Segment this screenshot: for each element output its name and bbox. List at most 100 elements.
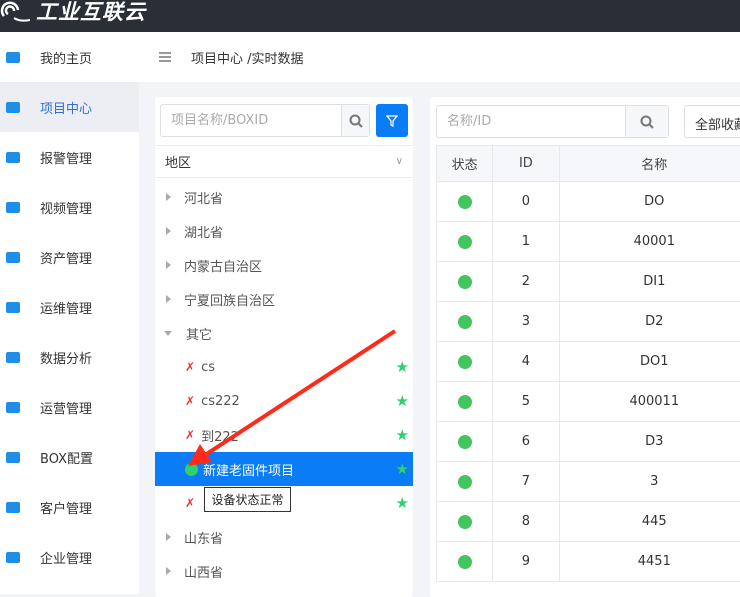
region-selector[interactable]: 地区 ∨ — [155, 145, 413, 178]
caret-right-icon[interactable] — [166, 567, 171, 575]
sidebar-item-0[interactable]: 我的主页 — [0, 32, 139, 82]
column-header-status: 状态 — [437, 146, 493, 182]
project-tree: 河北省湖北省内蒙古自治区宁夏回族自治区其它✗cs★✗cs222★✗到222★新建… — [155, 180, 413, 588]
sidebar-item-label: 报警管理 — [40, 148, 92, 167]
broken-link-icon: ✗ — [185, 428, 195, 442]
id-cell: 1 — [493, 222, 559, 262]
name-cell: 40001 — [559, 222, 740, 262]
sidebar-item-label: BOX配置 — [40, 448, 93, 467]
caret-down-icon[interactable] — [164, 331, 172, 336]
data-panel: 全部收藏 状态 ID 名称 0DO1400012DI13D24DO1540001… — [430, 97, 740, 597]
logo[interactable]: 工业互联云 — [0, 0, 146, 26]
sidebar-item-label: 我的主页 — [40, 48, 92, 67]
broken-link-icon: ✗ — [185, 360, 195, 374]
tree-node[interactable]: 内蒙古自治区 — [155, 248, 413, 282]
table-row[interactable]: 2DI1 — [437, 262, 740, 302]
caret-right-icon[interactable] — [166, 227, 171, 235]
box-config-icon — [6, 452, 20, 463]
status-tooltip: 设备状态正常 — [204, 487, 291, 512]
point-search-button[interactable] — [625, 106, 668, 137]
status-dot-icon — [458, 355, 472, 369]
status-cell — [437, 302, 493, 342]
star-icon[interactable]: ★ — [396, 426, 409, 444]
sidebar-item-label: 数据分析 — [40, 348, 92, 367]
project-search-button[interactable] — [341, 105, 369, 136]
tree-node[interactable]: ✗cs★ — [155, 350, 413, 384]
sidebar-item-4[interactable]: 资产管理 — [0, 232, 139, 282]
status-cell — [437, 542, 493, 582]
star-icon[interactable]: ★ — [396, 358, 409, 376]
star-icon[interactable]: ★ — [396, 460, 409, 478]
tree-node-label: 宁夏回族自治区 — [184, 290, 275, 309]
asset-icon — [6, 252, 20, 263]
favorites-dropdown[interactable]: 全部收藏 — [684, 105, 740, 138]
caret-right-icon[interactable] — [166, 261, 171, 269]
project-search — [160, 104, 370, 137]
tree-node[interactable]: ✗到222★ — [155, 418, 413, 452]
status-dot-icon — [458, 435, 472, 449]
sidebar-item-label: 运营管理 — [40, 398, 92, 417]
tree-node[interactable]: 新建老固件项目★ — [155, 452, 413, 486]
archive-icon — [6, 102, 20, 113]
chevron-down-icon: ∨ — [396, 156, 403, 167]
name-cell: D3 — [559, 422, 740, 462]
filter-icon — [386, 115, 398, 127]
status-dot-icon — [458, 195, 472, 209]
table-row[interactable]: 4DO1 — [437, 342, 740, 382]
tree-node[interactable]: 山东省 — [155, 520, 413, 554]
table-row[interactable]: 3D2 — [437, 302, 740, 342]
caret-right-icon[interactable] — [166, 295, 171, 303]
status-dot-icon — [458, 555, 472, 569]
star-icon[interactable]: ★ — [396, 392, 409, 410]
id-cell: 6 — [493, 422, 559, 462]
tree-node[interactable]: 湖北省 — [155, 214, 413, 248]
bell-icon — [6, 152, 20, 163]
sidebar-item-6[interactable]: 数据分析 — [0, 332, 139, 382]
tree-node[interactable]: 宁夏回族自治区 — [155, 282, 413, 316]
sidebar-item-7[interactable]: 运营管理 — [0, 382, 139, 432]
table-row[interactable]: 0DO — [437, 182, 740, 222]
tree-node-label: 河北省 — [184, 188, 223, 207]
table-row[interactable]: 5400011 — [437, 382, 740, 422]
tree-node[interactable]: ✗cs222★ — [155, 384, 413, 418]
sidebar-item-10[interactable]: 企业管理 — [0, 532, 139, 582]
sidebar-item-8[interactable]: BOX配置 — [0, 432, 139, 482]
name-cell: 400011 — [559, 382, 740, 422]
filter-button[interactable] — [376, 104, 408, 137]
project-search-input[interactable] — [161, 105, 341, 136]
data-table: 状态 ID 名称 0DO1400012DI13D24DO154000116D37… — [436, 145, 740, 582]
star-icon[interactable]: ★ — [396, 494, 409, 512]
table-row[interactable]: 94451 — [437, 542, 740, 582]
id-cell: 0 — [493, 182, 559, 222]
point-search-input[interactable] — [437, 106, 625, 137]
status-dot-icon — [458, 515, 472, 529]
tree-node[interactable]: 山西省 — [155, 554, 413, 588]
status-cell — [437, 182, 493, 222]
menu-collapse-icon[interactable] — [159, 52, 171, 62]
sidebar-item-1[interactable]: 项目中心 — [0, 82, 139, 132]
table-row[interactable]: 6D3 — [437, 422, 740, 462]
sidebar-item-3[interactable]: 视频管理 — [0, 182, 139, 232]
sidebar: 我的主页项目中心报警管理视频管理资产管理运维管理数据分析运营管理 BOX配置客户管… — [0, 32, 139, 594]
id-cell: 2 — [493, 262, 559, 302]
status-dot-icon — [458, 315, 472, 329]
status-dot-icon — [458, 235, 472, 249]
table-row[interactable]: 8445 — [437, 502, 740, 542]
id-cell: 4 — [493, 342, 559, 382]
caret-right-icon[interactable] — [166, 193, 171, 201]
logo-text: 工业互联云 — [36, 0, 146, 26]
tree-node[interactable]: 其它 — [155, 316, 413, 350]
sidebar-item-9[interactable]: 客户管理 — [0, 482, 139, 532]
status-cell — [437, 502, 493, 542]
table-row[interactable]: 140001 — [437, 222, 740, 262]
caret-right-icon[interactable] — [166, 533, 171, 541]
monitor-chart-icon — [6, 352, 20, 363]
table-row[interactable]: 73 — [437, 462, 740, 502]
id-cell: 9 — [493, 542, 559, 582]
name-cell: 3 — [559, 462, 740, 502]
tree-node[interactable]: 河北省 — [155, 180, 413, 214]
sidebar-item-5[interactable]: 运维管理 — [0, 282, 139, 332]
sidebar-item-label: 客户管理 — [40, 498, 92, 517]
point-search — [436, 105, 669, 138]
sidebar-item-2[interactable]: 报警管理 — [0, 132, 139, 182]
